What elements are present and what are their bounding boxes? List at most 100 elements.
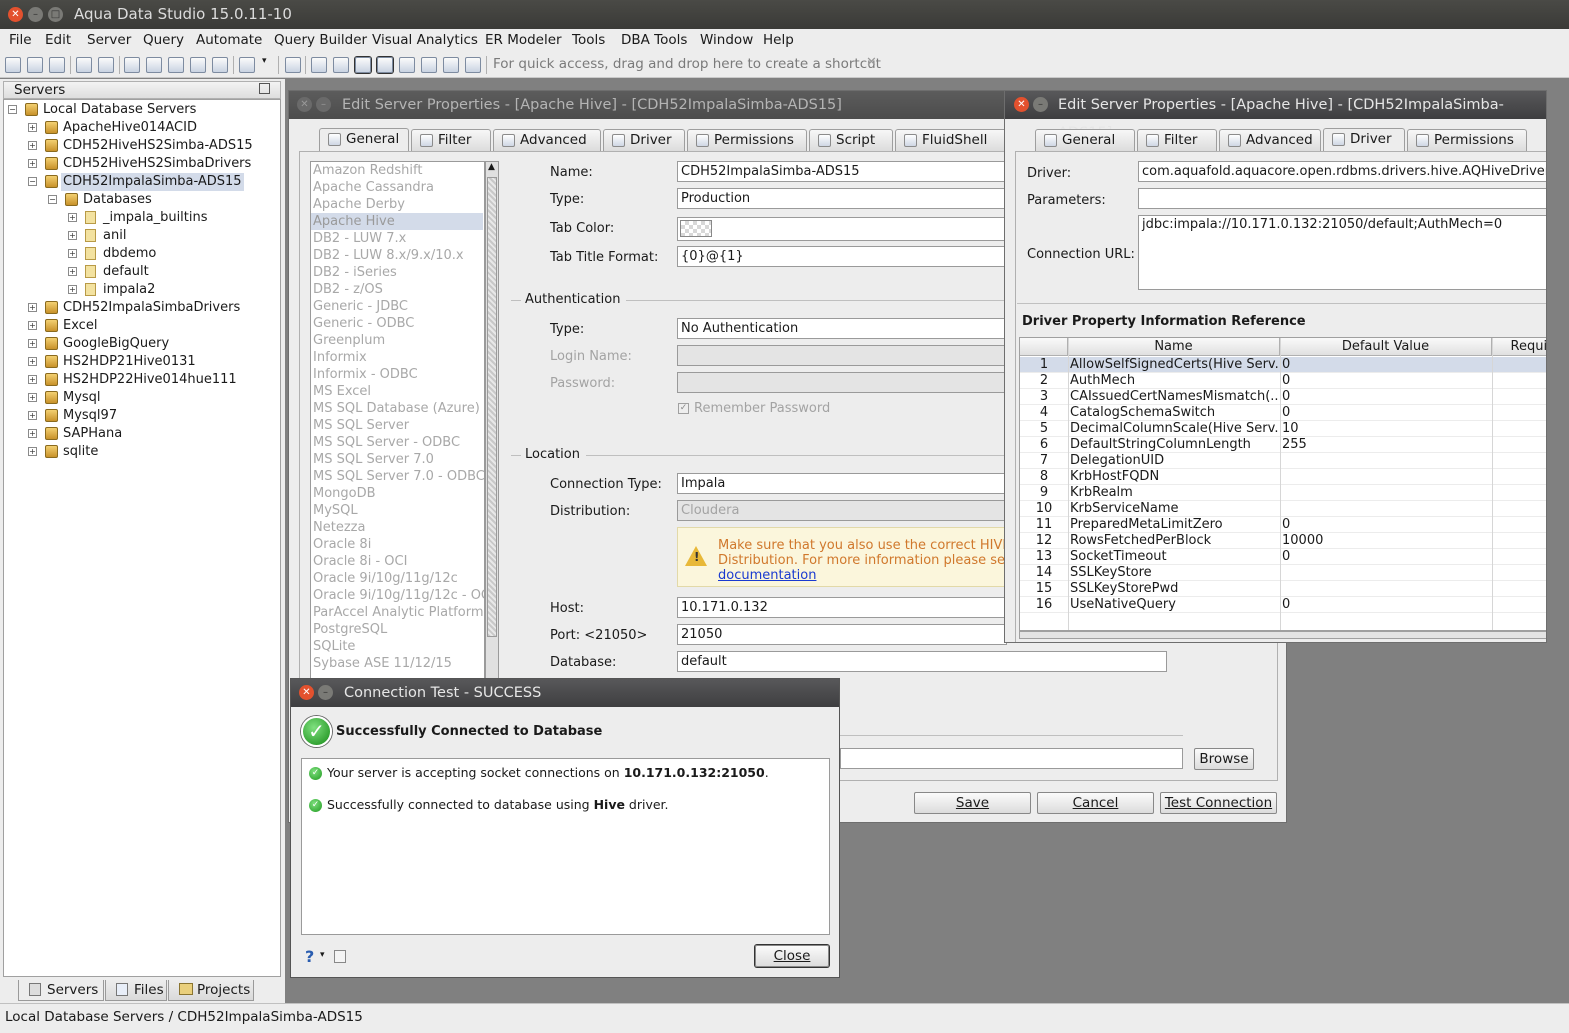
scroll-thumb[interactable] [487, 177, 497, 637]
compare-icon[interactable] [190, 57, 206, 73]
save-button[interactable]: Save [914, 792, 1031, 814]
tree-database-item[interactable]: default [103, 263, 149, 281]
layout-split-icon[interactable] [333, 57, 349, 73]
driver-dlg-tab-general[interactable]: General [1035, 129, 1135, 151]
server-type-item[interactable]: PostgreSQL [313, 621, 387, 638]
server-type-item[interactable]: MS SQL Server 7.0 - ODBC [313, 468, 484, 485]
connection-test-close-icon[interactable]: ✕ [299, 685, 314, 700]
layout-single-icon[interactable] [355, 57, 371, 73]
tab-script[interactable]: Script [809, 129, 893, 151]
server-type-item[interactable]: Netezza [313, 519, 365, 536]
browse-button[interactable]: Browse [1194, 748, 1254, 770]
table-row[interactable]: 3 CAIssuedCertNamesMismatch(... 0 [1020, 389, 1546, 405]
password-field[interactable] [677, 372, 1007, 393]
driver-dlg-tab-filter[interactable]: Filter [1137, 129, 1217, 151]
menu-query[interactable]: Query [143, 32, 184, 48]
expand-toggle-icon[interactable]: + [28, 375, 37, 384]
server-properties-icon[interactable] [49, 57, 65, 73]
tab-servers[interactable]: Servers [18, 980, 104, 1001]
tree-database-item[interactable]: impala2 [103, 281, 155, 299]
menu-dba-tools[interactable]: DBA Tools [621, 32, 687, 48]
tree-database-item[interactable]: _impala_builtins [103, 209, 208, 227]
server-type-item[interactable]: Oracle 9i/10g/11g/12c [313, 570, 458, 587]
register-server-icon[interactable] [27, 57, 43, 73]
tree-database-item[interactable]: anil [103, 227, 126, 245]
server-type-item[interactable]: DB2 - LUW 7.x [313, 230, 406, 247]
menu-window[interactable]: Window [700, 32, 753, 48]
table-row[interactable]: 13 SocketTimeout 0 [1020, 549, 1546, 565]
default-value-column-header[interactable]: Default Value [1280, 338, 1492, 356]
help-icon[interactable]: ? [305, 947, 314, 966]
tree-server-item[interactable]: CDH52ImpalaSimbaDrivers [63, 299, 240, 317]
remember-password-checkbox[interactable]: ✓ [678, 403, 689, 414]
expand-toggle-icon[interactable]: + [68, 285, 77, 294]
server-type-item[interactable]: SQLite [313, 638, 355, 655]
driver-dialog-minimize-icon[interactable]: – [1033, 97, 1048, 112]
table-row[interactable]: 5 DecimalColumnScale(Hive Serv... 10 [1020, 421, 1546, 437]
expand-toggle-icon[interactable]: + [28, 393, 37, 402]
tree-server-item[interactable]: Mysql [63, 389, 101, 407]
connection-test-minimize-icon[interactable]: – [318, 685, 333, 700]
server-type-item[interactable]: ParAccel Analytic Platform [313, 604, 484, 621]
help-dropdown-icon[interactable]: ▾ [320, 950, 325, 960]
tree-databases[interactable]: Databases [83, 191, 152, 209]
dialog-minimize-icon[interactable]: – [316, 97, 331, 112]
connection-url-field[interactable]: jdbc:impala://10.171.0.132:21050/default… [1138, 215, 1546, 290]
tree-server-item[interactable]: SAPHana [63, 425, 122, 443]
driver-dlg-tab-driver[interactable]: Driver [1323, 128, 1405, 152]
document-icon[interactable] [239, 57, 255, 73]
expand-toggle-icon[interactable]: + [28, 429, 37, 438]
table-row[interactable]: 11 PreparedMetaLimitZero 0 [1020, 517, 1546, 533]
cancel-button[interactable]: Cancel [1037, 792, 1154, 814]
server-type-item[interactable]: DB2 - iSeries [313, 264, 397, 281]
server-type-item[interactable]: Oracle 8i - OCI [313, 553, 407, 570]
restore-panel-icon[interactable] [259, 83, 270, 94]
server-type-item[interactable]: Generic - JDBC [313, 298, 408, 315]
query-builder-icon[interactable] [168, 57, 184, 73]
table-row[interactable]: 7 DelegationUID [1020, 453, 1546, 469]
table-row[interactable]: 1 AllowSelfSignedCerts(Hive Serv... 0 [1020, 357, 1546, 373]
tree-server-item[interactable]: CDH52ImpalaSimba-ADS15 [61, 173, 244, 191]
table-row[interactable]: 12 RowsFetchedPerBlock 10000 [1020, 533, 1546, 549]
driver-dialog-close-icon[interactable]: ✕ [1014, 97, 1029, 112]
tree-server-item[interactable]: Excel [63, 317, 97, 335]
table-row[interactable]: 16 UseNativeQuery 0 [1020, 597, 1546, 613]
expand-toggle-icon[interactable]: − [28, 177, 37, 186]
layout-grid-icon[interactable] [311, 57, 327, 73]
menu-tools[interactable]: Tools [572, 32, 605, 48]
tab-advanced[interactable]: Advanced [493, 129, 601, 151]
server-type-item[interactable]: Greenplum [313, 332, 385, 349]
tree-server-item[interactable]: CDH52HiveHS2Simba-ADS15 [63, 137, 253, 155]
query-window-icon[interactable] [124, 57, 140, 73]
menu-help[interactable]: Help [763, 32, 794, 48]
parameters-field[interactable] [1138, 188, 1546, 209]
tree-server-item[interactable]: HS2HDP22Hive014hue111 [63, 371, 237, 389]
expand-toggle-icon[interactable]: + [28, 339, 37, 348]
copy-icon[interactable] [334, 950, 346, 963]
expand-toggle-icon[interactable]: + [28, 141, 37, 150]
type-select[interactable]: Production [677, 188, 1007, 209]
server-type-item[interactable]: Sybase ASE 11/12/15 [313, 655, 452, 672]
tree-server-item[interactable]: Mysql97 [63, 407, 117, 425]
required-column-header[interactable]: Requir [1492, 338, 1546, 356]
tab-general[interactable]: General [319, 128, 409, 152]
tab-title-format-field[interactable]: {0}@{1} [677, 246, 1007, 267]
layout-detail-icon[interactable] [443, 57, 459, 73]
tab-permissions[interactable]: Permissions [687, 129, 807, 151]
driver-dlg-tab-permissions[interactable]: Permissions [1407, 129, 1527, 151]
dialog-close-icon[interactable]: ✕ [297, 97, 312, 112]
tree-root[interactable]: Local Database Servers [43, 101, 196, 119]
close-hint-icon[interactable]: ✕ [866, 55, 877, 70]
table-row[interactable]: 6 DefaultStringColumnLength 255 [1020, 437, 1546, 453]
expand-toggle-icon[interactable]: + [68, 231, 77, 240]
expand-toggle-icon[interactable]: + [68, 267, 77, 276]
menu-edit[interactable]: Edit [45, 32, 71, 48]
server-type-scrollbar[interactable]: ▲ [485, 161, 499, 681]
driver-field[interactable]: com.aquafold.aquacore.open.rdbms.drivers… [1138, 161, 1546, 182]
name-field[interactable]: CDH52ImpalaSimba-ADS15 [677, 161, 1007, 182]
window-minimize-icon[interactable]: – [28, 7, 43, 22]
table-row[interactable]: 4 CatalogSchemaSwitch 0 [1020, 405, 1546, 421]
tree-server-item[interactable]: ApacheHive014ACID [63, 119, 197, 137]
server-type-item[interactable]: MySQL [313, 502, 358, 519]
tree-server-item[interactable]: HS2HDP21Hive0131 [63, 353, 196, 371]
